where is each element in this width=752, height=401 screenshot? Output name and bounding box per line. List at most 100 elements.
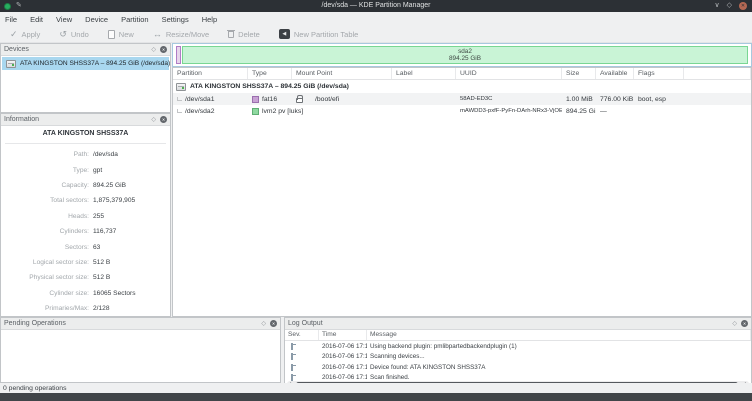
lock-icon (296, 98, 303, 103)
col-label[interactable]: Label (392, 68, 456, 79)
cell-mount-point: /boot/efi (292, 95, 392, 103)
col-filler (684, 68, 751, 79)
info-row-logical-sector: Logical sector size:512 B (1, 255, 170, 270)
close-button[interactable]: ✕ (739, 2, 747, 10)
log-message: Using backend plugin: pmlibpartedbackend… (367, 343, 751, 350)
close-panel-icon[interactable]: ✕ (270, 320, 277, 327)
new-button[interactable]: New (108, 30, 134, 39)
cell-size: 1.00 MiB (562, 96, 596, 103)
device-group-row[interactable]: ATA KINGSTON SHSS37A – 894.25 GiB (/dev/… (173, 80, 751, 93)
pending-operations-header: Pending Operations ◇ ✕ (1, 318, 280, 330)
tree-branch-icon (177, 109, 182, 113)
col-flags[interactable]: Flags (634, 68, 684, 79)
info-row-type: Type:gpt (1, 162, 170, 177)
info-severity-icon (291, 364, 293, 371)
log-time: 2016-07-06 17:11 (319, 364, 367, 371)
float-panel-icon[interactable]: ◇ (732, 320, 737, 327)
new-partition-table-button[interactable]: ◀ New Partition Table (279, 29, 358, 39)
pending-operations-panel: Pending Operations ◇ ✕ (0, 317, 281, 383)
new-document-icon (108, 30, 115, 39)
menu-file[interactable]: File (5, 15, 23, 24)
col-uuid[interactable]: UUID (456, 68, 562, 79)
information-panel-title: Information (4, 116, 151, 123)
partition-segment-sda2[interactable]: sda2 894.25 GiB (182, 46, 748, 64)
log-row[interactable]: 2016-07-06 17:11 Using backend plugin: p… (285, 341, 751, 352)
col-type[interactable]: Type (248, 68, 292, 79)
info-row-cylinders: Cylinders:116,737 (1, 224, 170, 239)
log-message: Scanning devices... (367, 353, 751, 360)
menu-edit[interactable]: Edit (30, 15, 49, 24)
table-row-sda2[interactable]: /dev/sda2 lvm2 pv [luks] mAWDD3-pxfF-PyF… (173, 105, 751, 117)
cell-uuid: mAWDD3-pxfF-PyFn-DArh-NRx3-VjOE-JnZHPF (456, 108, 562, 114)
segment-label: sda2 (458, 48, 472, 55)
cell-uuid: 58AD-ED3C (456, 96, 562, 102)
col-partition[interactable]: Partition (173, 68, 248, 79)
cell-type: lvm2 pv [luks] (248, 108, 292, 115)
log-row[interactable]: 2016-07-06 17:11 Scanning devices... (285, 352, 751, 363)
minimize-button[interactable]: ∨ (714, 1, 719, 11)
info-row-capacity: Capacity:894.25 GiB (1, 178, 170, 193)
disk-drive-icon (6, 60, 16, 68)
log-time: 2016-07-06 17:11 (319, 343, 367, 350)
undo-button[interactable]: ↺ Undo (59, 29, 88, 40)
info-row-path: Path:/dev/sda (1, 147, 170, 162)
float-panel-icon[interactable]: ◇ (261, 320, 266, 327)
menu-view[interactable]: View (56, 15, 78, 24)
devices-panel-title: Devices (4, 46, 151, 53)
info-row-total-sectors: Total sectors:1,875,379,905 (1, 193, 170, 208)
maximize-button[interactable]: ◇ (727, 1, 732, 11)
apply-button[interactable]: ✓ Apply (10, 29, 40, 40)
float-panel-icon[interactable]: ◇ (151, 46, 156, 53)
info-row-physical-sector: Physical sector size:512 B (1, 270, 170, 285)
info-row-heads: Heads:255 (1, 209, 170, 224)
close-panel-icon[interactable]: ✕ (160, 116, 167, 123)
col-time[interactable]: Time (319, 330, 367, 340)
close-panel-icon[interactable]: ✕ (160, 46, 167, 53)
information-panel: Information ◇ ✕ ATA KINGSTON SHSS37A Pat… (0, 113, 171, 317)
info-severity-icon (291, 353, 293, 360)
delete-button[interactable]: Delete (228, 30, 260, 39)
cell-type: fat16 (248, 96, 292, 103)
col-available[interactable]: Available (596, 68, 634, 79)
bottom-strip (0, 393, 752, 401)
info-rows: Path:/dev/sda Type:gpt Capacity:894.25 G… (1, 147, 170, 316)
col-mount-point[interactable]: Mount Point (292, 68, 392, 79)
titlebar: ✎ /dev/sda — KDE Partition Manager ∨ ◇ ✕ (0, 0, 752, 12)
float-panel-icon[interactable]: ◇ (151, 116, 156, 123)
info-severity-icon (291, 343, 293, 350)
disk-drive-icon (176, 83, 186, 91)
menu-partition[interactable]: Partition (121, 15, 155, 24)
cell-flags: boot, esp (634, 96, 684, 103)
col-message[interactable]: Message (367, 330, 751, 340)
pending-operations-title: Pending Operations (4, 320, 261, 327)
window-title: /dev/sda — KDE Partition Manager (0, 0, 752, 12)
device-list-item[interactable]: ATA KINGSTON SHSS37A – 894.25 GiB (/dev/… (2, 57, 169, 70)
close-panel-icon[interactable]: ✕ (741, 320, 748, 327)
info-row-sectors: Sectors:63 (1, 239, 170, 254)
devices-panel: Devices ◇ ✕ ATA KINGSTON SHSS37A – 894.2… (0, 43, 171, 113)
menu-help[interactable]: Help (202, 15, 223, 24)
undo-arrow-icon: ↺ (59, 29, 67, 40)
log-output-panel: Log Output ◇ ✕ Sev. Time Message 2016-07… (284, 317, 752, 391)
log-time: 2016-07-06 17:11 (319, 353, 367, 360)
resize-move-button[interactable]: ↔ Resize/Move (153, 29, 209, 39)
lvm2-color-swatch (252, 108, 259, 115)
segment-size: 894.25 GiB (449, 55, 481, 62)
menu-device[interactable]: Device (85, 15, 114, 24)
info-device-name: ATA KINGSTON SHSS37A (1, 130, 170, 137)
partition-table-header: Partition Type Mount Point Label UUID Si… (173, 68, 751, 80)
new-partition-table-icon: ◀ (279, 29, 290, 39)
menu-settings[interactable]: Settings (162, 15, 195, 24)
log-output-title: Log Output (288, 320, 732, 327)
group-row-label: ATA KINGSTON SHSS37A – 894.25 GiB (/dev/… (190, 83, 349, 90)
log-message: Device found: ATA KINGSTON SHSS37A (367, 364, 751, 371)
table-row-sda1[interactable]: /dev/sda1 fat16 /boot/efi 58AD-ED3C 1.00… (173, 93, 751, 105)
col-severity[interactable]: Sev. (285, 330, 319, 340)
cell-available: 776.00 KiB (596, 96, 634, 103)
col-size[interactable]: Size (562, 68, 596, 79)
resize-move-icon: ↔ (153, 29, 162, 39)
devices-panel-header: Devices ◇ ✕ (1, 44, 170, 56)
log-table-header: Sev. Time Message (285, 330, 751, 341)
partition-segment-sda1[interactable] (176, 46, 181, 64)
log-row[interactable]: 2016-07-06 17:11 Device found: ATA KINGS… (285, 362, 751, 373)
